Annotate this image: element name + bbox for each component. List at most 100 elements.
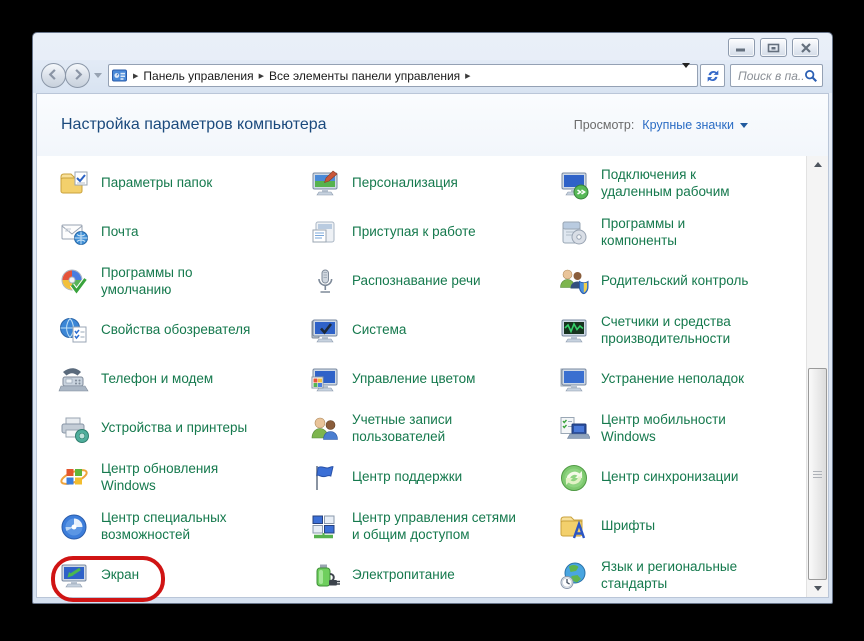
scrollbar-track[interactable]: [807, 173, 828, 580]
item-label: Приступая к работе: [352, 224, 476, 240]
scroll-up-button[interactable]: [807, 156, 828, 173]
forward-button[interactable]: [65, 63, 90, 88]
view-mode-value: Крупные значки: [642, 118, 734, 132]
main-panel: Настройка параметров компьютера Просмотр…: [36, 93, 829, 598]
ease-of-access-icon: [58, 511, 90, 543]
chevron-down-icon: [682, 63, 690, 83]
back-arrow-icon: [47, 68, 60, 84]
color-management-icon: [309, 364, 341, 396]
close-button[interactable]: [792, 38, 819, 57]
page-header: Настройка параметров компьютера Просмотр…: [37, 94, 828, 156]
item-parental-controls[interactable]: Родительский контроль: [558, 257, 806, 306]
item-label: Учетные записи пользователей: [352, 412, 452, 445]
triangle-down-icon: [814, 586, 822, 591]
address-bar[interactable]: ▶ Панель управления ▶ Все элементы панели …: [108, 64, 698, 87]
item-label: Распознавание речи: [352, 273, 481, 289]
item-folder-options[interactable]: Параметры папок: [58, 159, 309, 208]
item-devices-printers[interactable]: Устройства и принтеры: [58, 404, 309, 453]
item-mail[interactable]: Почта: [58, 208, 309, 257]
fonts-icon: [558, 511, 590, 543]
recent-pages-chevron-icon[interactable]: [94, 73, 102, 78]
item-display[interactable]: Экран: [58, 551, 309, 600]
minimize-icon: [735, 43, 748, 52]
item-user-accounts[interactable]: Учетные записи пользователей: [309, 404, 558, 453]
search-icon: [804, 69, 818, 83]
item-programs-features[interactable]: Программы и компоненты: [558, 208, 806, 257]
scrollbar-thumb[interactable]: [808, 368, 827, 580]
vertical-scrollbar[interactable]: [806, 156, 828, 597]
address-dropdown-button[interactable]: [678, 66, 694, 85]
item-performance[interactable]: Счетчики и средства производительности: [558, 306, 806, 355]
view-selector: Просмотр: Крупные значки: [574, 118, 748, 132]
item-fonts[interactable]: Шрифты: [558, 502, 806, 551]
mobility-center-icon: [558, 413, 590, 445]
folder-options-icon: [58, 168, 90, 200]
phone-modem-icon: [58, 364, 90, 396]
performance-icon: [558, 315, 590, 347]
mail-icon: [58, 217, 90, 249]
maximize-button[interactable]: [760, 38, 787, 57]
item-label: Система: [352, 322, 406, 338]
item-label: Телефон и модем: [101, 371, 213, 387]
forward-arrow-icon: [71, 68, 84, 84]
item-label: Почта: [101, 224, 139, 240]
item-label: Шрифты: [601, 518, 655, 534]
item-label: Центр управления сетями и общим доступом: [352, 510, 516, 543]
item-network-sharing[interactable]: Центр управления сетями и общим доступом: [309, 502, 558, 551]
item-troubleshooting[interactable]: Устранение неполадок: [558, 355, 806, 404]
maximize-icon: [767, 43, 780, 53]
item-action-center[interactable]: Центр поддержки: [309, 453, 558, 502]
item-label: Подключения к удаленным рабочим: [601, 167, 730, 200]
item-label: Свойства обозревателя: [101, 322, 250, 338]
item-remote-desktop[interactable]: Подключения к удаленным рабочим: [558, 159, 806, 208]
programs-features-icon: [558, 217, 590, 249]
item-label: Персонализация: [352, 175, 458, 191]
title-bar[interactable]: [33, 33, 832, 60]
window-controls: [728, 38, 819, 57]
troubleshooting-icon: [558, 364, 590, 396]
item-region-language[interactable]: Язык и региональные стандарты: [558, 551, 806, 600]
control-panel-icon: [112, 69, 128, 83]
item-label: Центр синхронизации: [601, 469, 738, 485]
item-label: Родительский контроль: [601, 273, 748, 289]
user-accounts-icon: [309, 413, 341, 445]
chevron-down-icon: [740, 123, 748, 128]
item-speech-recognition[interactable]: Распознавание речи: [309, 257, 558, 306]
item-ease-of-access[interactable]: Центр специальных возможностей: [58, 502, 309, 551]
item-personalization[interactable]: Персонализация: [309, 159, 558, 208]
control-panel-grid: Параметры папок Почта Программы по умолчан…: [37, 156, 806, 597]
breadcrumb-separator-icon: ▶: [465, 72, 470, 80]
item-internet-options[interactable]: Свойства обозревателя: [58, 306, 309, 355]
item-label: Электропитание: [352, 567, 455, 583]
item-mobility-center[interactable]: Центр мобильности Windows: [558, 404, 806, 453]
speech-recognition-icon: [309, 266, 341, 298]
scroll-down-button[interactable]: [807, 580, 828, 597]
breadcrumb-item[interactable]: Все элементы панели управления: [269, 69, 460, 83]
search-input[interactable]: Поиск в па...: [730, 64, 823, 87]
item-getting-started[interactable]: Приступая к работе: [309, 208, 558, 257]
breadcrumb-item[interactable]: Панель управления: [143, 69, 253, 83]
item-windows-update[interactable]: Центр обновления Windows: [58, 453, 309, 502]
breadcrumb: Панель управления ▶ Все элементы панели уп…: [143, 69, 475, 83]
item-system[interactable]: Система: [309, 306, 558, 355]
page-title: Настройка параметров компьютера: [61, 116, 327, 134]
view-mode-button[interactable]: Крупные значки: [642, 118, 748, 132]
devices-printers-icon: [58, 413, 90, 445]
item-default-programs[interactable]: Программы по умолчанию: [58, 257, 309, 306]
action-center-icon: [309, 462, 341, 494]
item-power-options[interactable]: Электропитание: [309, 551, 558, 600]
view-label: Просмотр:: [574, 118, 635, 132]
back-button[interactable]: [41, 63, 66, 88]
windows-update-icon: [58, 462, 90, 494]
sync-center-icon: [558, 462, 590, 494]
item-phone-modem[interactable]: Телефон и модем: [58, 355, 309, 404]
refresh-button[interactable]: [700, 64, 725, 87]
item-color-management[interactable]: Управление цветом: [309, 355, 558, 404]
item-label: Экран: [101, 567, 139, 583]
item-label: Устранение неполадок: [601, 371, 744, 387]
minimize-button[interactable]: [728, 38, 755, 57]
item-sync-center[interactable]: Центр синхронизации: [558, 453, 806, 502]
item-label: Программы по умолчанию: [101, 265, 193, 298]
remote-desktop-icon: [558, 168, 590, 200]
item-label: Центр специальных возможностей: [101, 510, 227, 543]
